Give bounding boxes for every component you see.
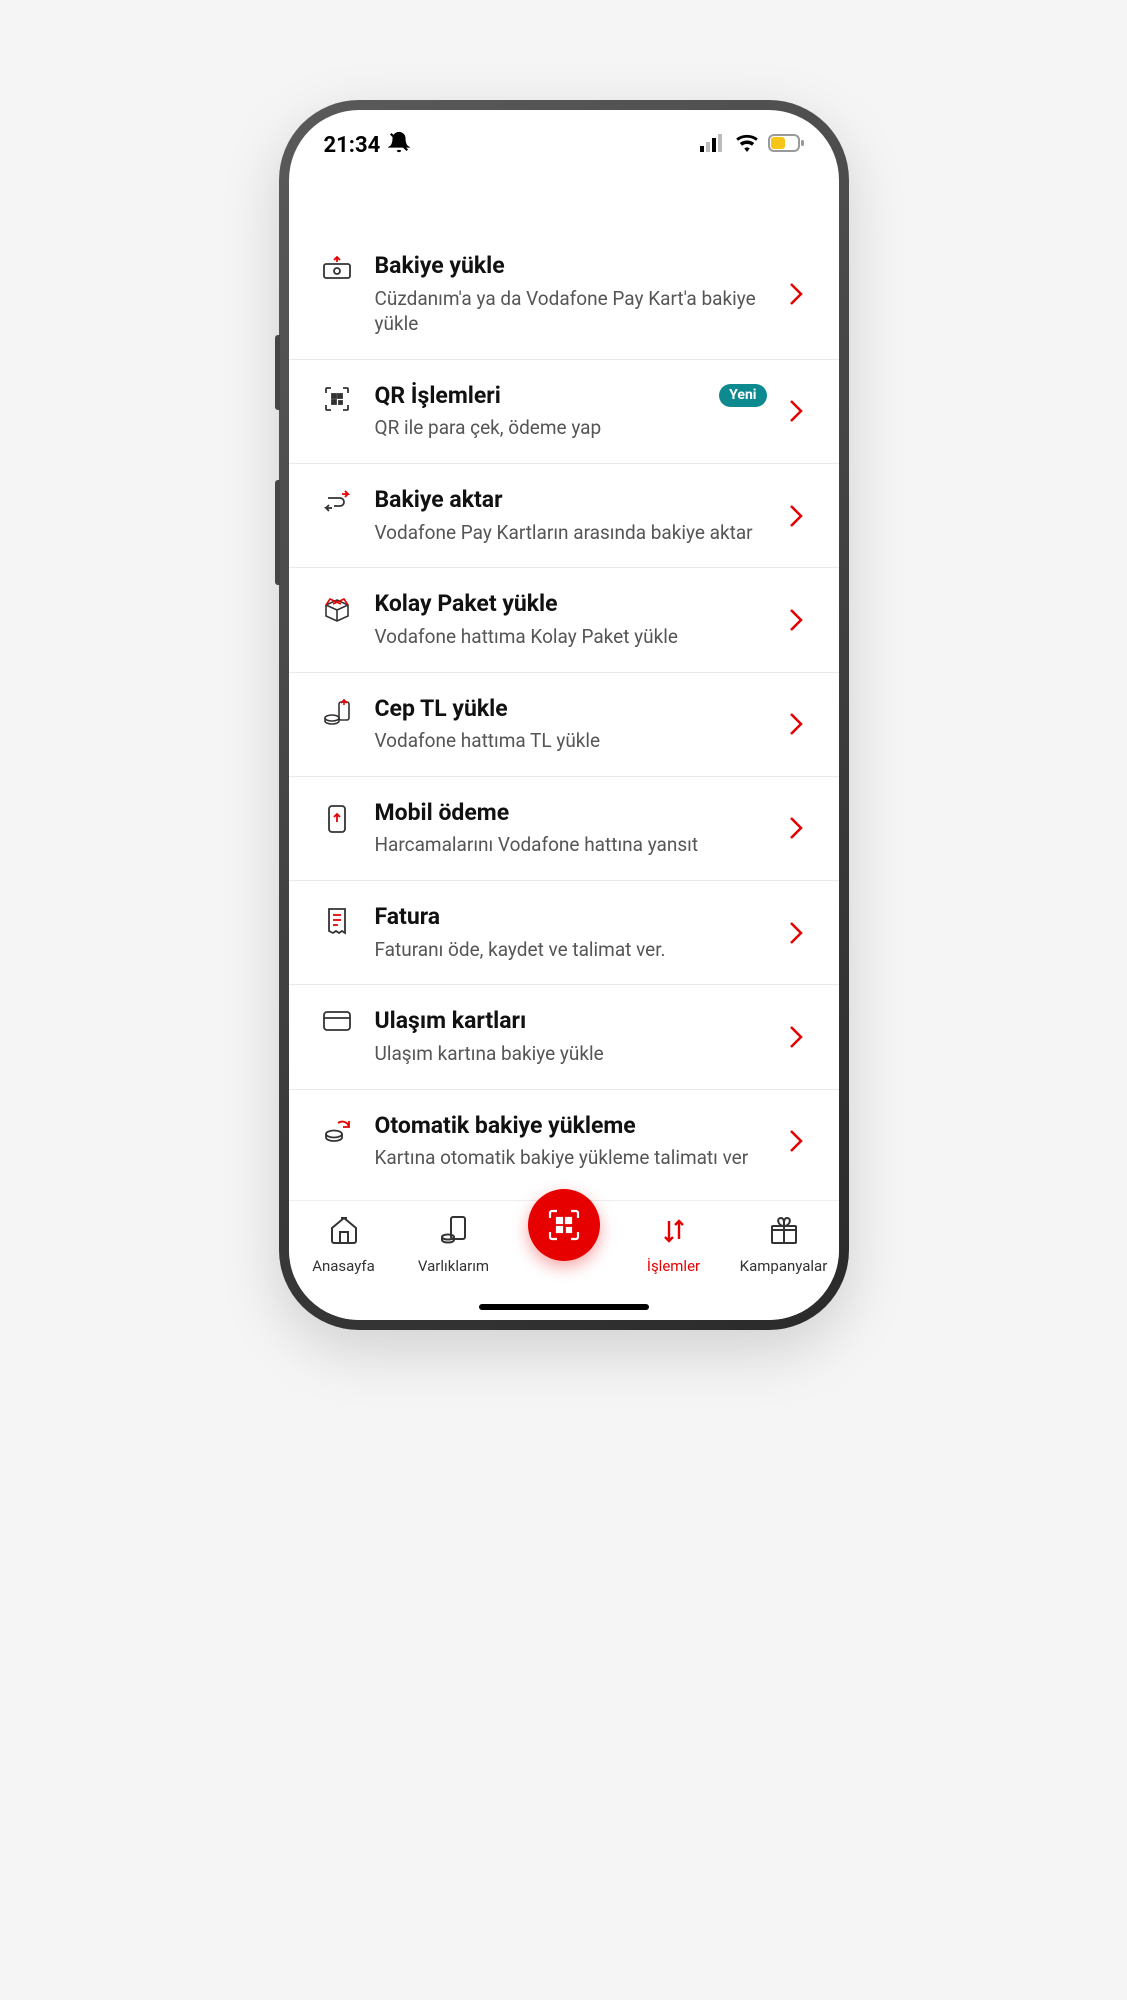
list-item-fatura[interactable]: Fatura Faturanı öde, kaydet ve talimat v…: [289, 881, 839, 985]
phone-up-icon: [319, 802, 355, 834]
phone-frame: 21:34: [279, 100, 849, 1330]
list-item-qr-islemleri[interactable]: QR İşlemleri Yeni QR ile para çek, ödeme…: [289, 360, 839, 464]
list-item-subtitle: Cüzdanım'a ya da Vodafone Pay Kart'a bak…: [375, 286, 767, 337]
tab-kampanyalar[interactable]: Kampanyalar: [729, 1213, 839, 1275]
list-item-bakiye-aktar[interactable]: Bakiye aktar Vodafone Pay Kartların aras…: [289, 464, 839, 568]
list-item-title: Bakiye aktar: [375, 486, 767, 514]
money-up-icon: [319, 255, 355, 281]
chevron-right-icon: [783, 608, 809, 632]
bell-muted-icon: [388, 131, 410, 159]
chevron-right-icon: [783, 816, 809, 840]
chevron-right-icon: [783, 504, 809, 528]
list-item-mobil-odeme[interactable]: Mobil ödeme Harcamalarını Vodafone hattı…: [289, 777, 839, 881]
side-button: [275, 335, 280, 410]
list-item-title: Cep TL yükle: [375, 695, 767, 723]
chevron-right-icon: [783, 282, 809, 306]
content-list: Bakiye yükle Cüzdanım'a ya da Vodafone P…: [289, 170, 839, 1193]
auto-coins-icon: [319, 1115, 355, 1143]
list-item-title: Ulaşım kartları: [375, 1007, 767, 1035]
list-item-bakiye-yukle[interactable]: Bakiye yükle Cüzdanım'a ya da Vodafone P…: [289, 230, 839, 360]
chevron-right-icon: [783, 399, 809, 423]
tab-label: Varlıklarım: [418, 1257, 489, 1275]
list-item-title: Fatura: [375, 903, 767, 931]
chevron-right-icon: [783, 1129, 809, 1153]
list-item-title: Mobil ödeme: [375, 799, 767, 827]
chevron-right-icon: [783, 712, 809, 736]
list-item-otomatik-bakiye[interactable]: Otomatik bakiye yükleme Kartına otomatik…: [289, 1090, 839, 1193]
status-right: [700, 134, 804, 156]
list-item-cep-tl[interactable]: Cep TL yükle Vodafone hattıma TL yükle: [289, 673, 839, 777]
list-item-subtitle: Vodafone hattıma Kolay Paket yükle: [375, 624, 767, 650]
qr-icon: [319, 385, 355, 413]
battery-icon: [768, 134, 804, 156]
list-item-kolay-paket[interactable]: Kolay Paket yükle Vodafone hattıma Kolay…: [289, 568, 839, 672]
qr-button[interactable]: [528, 1189, 600, 1261]
assets-icon: [437, 1213, 471, 1251]
home-icon: [327, 1213, 361, 1251]
side-button: [275, 480, 280, 585]
transfer-icon: [319, 489, 355, 513]
gift-icon: [767, 1213, 801, 1251]
list-item-subtitle: Faturanı öde, kaydet ve talimat ver.: [375, 937, 767, 963]
tab-bar: Anasayfa Varlıklarım: [289, 1200, 839, 1320]
list-item-title: Otomatik bakiye yükleme: [375, 1112, 767, 1140]
chevron-right-icon: [783, 921, 809, 945]
list-item-ulasim-kartlari[interactable]: Ulaşım kartları Ulaşım kartına bakiye yü…: [289, 985, 839, 1089]
wifi-icon: [736, 134, 758, 156]
tab-label: İşlemler: [647, 1257, 700, 1275]
home-indicator[interactable]: [479, 1304, 649, 1310]
tab-islemler[interactable]: İşlemler: [619, 1213, 729, 1275]
signal-icon: [700, 134, 726, 156]
card-icon: [319, 1010, 355, 1032]
status-bar: 21:34: [289, 110, 839, 170]
list-item-subtitle: Harcamalarını Vodafone hattına yansıt: [375, 832, 767, 858]
new-badge: Yeni: [719, 384, 766, 407]
status-time: 21:34: [324, 133, 381, 158]
chevron-right-icon: [783, 1025, 809, 1049]
package-icon: [319, 593, 355, 623]
list-item-subtitle: Vodafone Pay Kartların arasında bakiye a…: [375, 520, 767, 546]
list-item-title: Bakiye yükle: [375, 252, 767, 280]
status-left: 21:34: [324, 131, 411, 159]
list-item-subtitle: Vodafone hattıma TL yükle: [375, 728, 767, 754]
invoice-icon: [319, 906, 355, 936]
screen: 21:34: [289, 110, 839, 1320]
list-item-subtitle: Ulaşım kartına bakiye yükle: [375, 1041, 767, 1067]
list-item-subtitle: Kartına otomatik bakiye yükleme talimatı…: [375, 1145, 767, 1171]
list-item-title: QR İşlemleri: [375, 382, 501, 410]
tab-label: Kampanyalar: [740, 1257, 828, 1275]
tab-label: Anasayfa: [312, 1257, 375, 1275]
list-item-subtitle: QR ile para çek, ödeme yap: [375, 415, 767, 441]
list-item-title: Kolay Paket yükle: [375, 590, 767, 618]
tab-varliklarim[interactable]: Varlıklarım: [399, 1213, 509, 1275]
transfer-arrows-icon: [657, 1213, 691, 1251]
tab-anasayfa[interactable]: Anasayfa: [289, 1213, 399, 1275]
tab-qr[interactable]: [509, 1213, 619, 1261]
coins-up-icon: [319, 698, 355, 726]
